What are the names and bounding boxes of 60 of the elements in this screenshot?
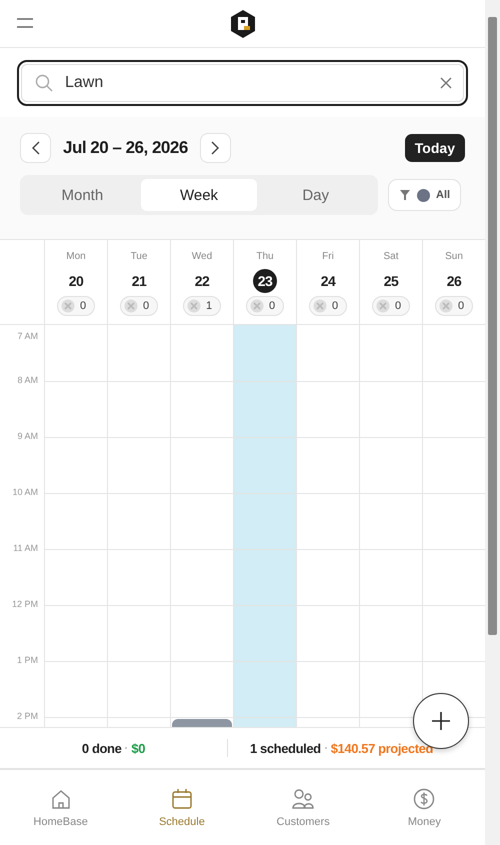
weekday-label: Thu xyxy=(256,251,274,264)
date-label: 21 xyxy=(130,272,148,291)
job-count-badge: 0 xyxy=(372,296,410,316)
plus-icon xyxy=(431,711,451,731)
view-tab[interactable]: Day xyxy=(257,179,374,211)
job-count-badge: 0 xyxy=(434,296,474,316)
house-icon xyxy=(50,788,72,810)
weekday-label: Sun xyxy=(445,251,463,264)
nav-tab[interactable]: Customers xyxy=(242,782,364,834)
people-icon xyxy=(292,788,314,810)
time-label: 7 AM xyxy=(17,331,38,341)
chevron-left-icon xyxy=(32,141,40,155)
time-label: 8 AM xyxy=(17,375,38,385)
weekday-label: Sat xyxy=(383,251,398,264)
search-field[interactable]: Lawn xyxy=(17,60,468,106)
job-count-badge: 0 xyxy=(246,296,284,316)
next-week-button[interactable] xyxy=(200,133,231,163)
weekday-label: Tue xyxy=(130,251,148,264)
nav-tab[interactable]: HomeBase xyxy=(0,782,122,834)
time-label: 9 AM xyxy=(17,431,38,441)
search-input[interactable]: Lawn xyxy=(63,72,430,92)
date-label: 26 xyxy=(446,272,462,291)
job-count-badge: 0 xyxy=(120,296,158,316)
time-label: 12 PM xyxy=(12,599,38,609)
scheduled-count: 1 scheduled xyxy=(250,740,321,756)
time-label: 10 AM xyxy=(12,487,38,497)
done-amount: $0 xyxy=(131,740,146,756)
date-label: 25 xyxy=(382,272,400,291)
today-button[interactable]: Today xyxy=(404,134,465,162)
date-range: Jul 20 – 26, 2026 xyxy=(63,138,188,158)
chevron-right-icon xyxy=(211,141,220,155)
search-icon xyxy=(35,74,53,92)
time-label: 2 PM xyxy=(16,711,38,721)
close-icon xyxy=(440,76,452,88)
job-count-badge: 0 xyxy=(56,296,96,316)
time-label: 11 AM xyxy=(13,543,38,553)
view-tab[interactable]: Month xyxy=(24,179,141,211)
view-tab[interactable]: Week xyxy=(140,179,258,211)
weekday-label: Wed xyxy=(192,251,212,264)
date-label: 20 xyxy=(68,272,84,291)
date-label: 24 xyxy=(320,272,337,291)
logo-icon xyxy=(228,8,256,38)
previous-week-button[interactable] xyxy=(20,133,51,163)
funnel-icon xyxy=(399,189,411,201)
weekday-label: Fri xyxy=(322,251,334,264)
filter-button[interactable]: All xyxy=(388,179,462,211)
date-label: 22 xyxy=(194,272,210,291)
time-label: 1 PM xyxy=(16,655,38,665)
nav-tab[interactable]: Money xyxy=(364,782,485,834)
today-date-badge: 23 xyxy=(253,269,277,293)
scrollbar[interactable] xyxy=(485,0,500,845)
weekday-label: Mon xyxy=(66,251,86,264)
job-count-badge: 1 xyxy=(182,296,222,316)
job-count-badge: 0 xyxy=(308,296,348,316)
dollar-icon xyxy=(413,788,436,810)
projected-amount: $140.57 projected xyxy=(330,740,434,756)
calendar-icon xyxy=(170,788,193,810)
nav-tab[interactable]: Schedule xyxy=(121,782,242,834)
done-count: 0 done xyxy=(82,740,122,756)
menu-icon xyxy=(16,18,34,28)
